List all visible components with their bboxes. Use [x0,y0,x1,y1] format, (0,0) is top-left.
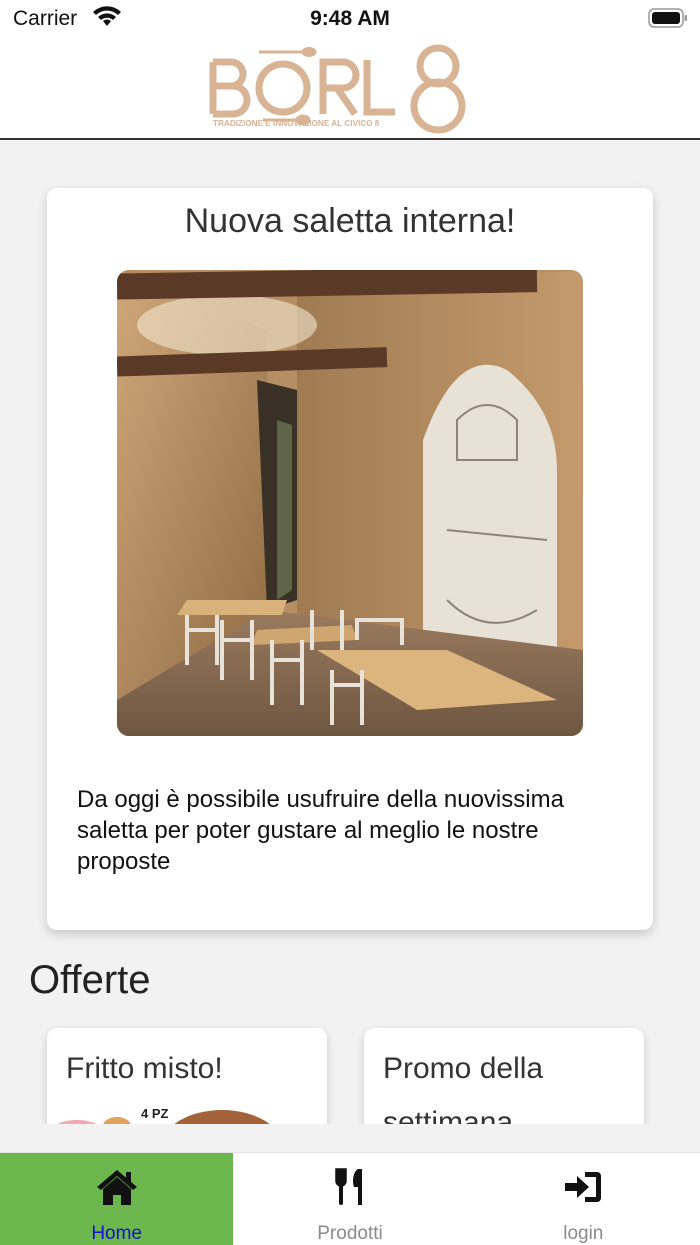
tab-bar: Home Prodotti login [0,1152,700,1245]
offer-photo: 4 PZ [57,1106,270,1124]
app-header: TRADIZIONE E INNOVAZIONE AL CIVICO 8 [0,40,700,140]
news-body: Da oggi è possibile usufruire della nuov… [77,786,564,875]
status-bar: Carrier 9:48 AM [0,0,700,40]
offer-card[interactable]: Promo della settimana [364,1028,644,1124]
tab-prodotti-label: Prodotti [317,1223,383,1244]
tab-prodotti[interactable]: Prodotti [233,1153,466,1245]
battery-icon [648,8,687,28]
utensils-icon [335,1168,362,1205]
offer-card[interactable]: Fritto misto! 4 PZ [47,1028,327,1124]
svg-text:TRADIZIONE E INNOVAZIONE AL CI: TRADIZIONE E INNOVAZIONE AL CIVICO 8 [213,119,380,128]
tab-home-label: Home [91,1223,142,1244]
news-card[interactable]: Nuova saletta interna! Da oggi è possibi… [47,188,653,930]
tab-login-label: login [563,1223,604,1244]
offer-badge: 4 PZ [141,1106,169,1121]
tab-home[interactable]: Home [0,1153,234,1245]
brand-logo: TRADIZIONE E INNOVAZIONE AL CIVICO 8 [209,44,466,134]
sign-in-icon [565,1172,602,1202]
offers-carousel[interactable]: Fritto misto! 4 PZ Promo della settimana [0,1010,700,1124]
offer-title: Fritto misto! [66,1052,223,1085]
offers-heading: Offerte [29,958,151,1002]
tab-login[interactable]: login [467,1153,700,1245]
home-icon [96,1170,137,1205]
offer-title: Promo della settimana [383,1052,544,1124]
news-photo [117,270,583,736]
news-title: Nuova saletta interna! [184,202,516,240]
status-time: 9:48 AM [310,7,390,30]
